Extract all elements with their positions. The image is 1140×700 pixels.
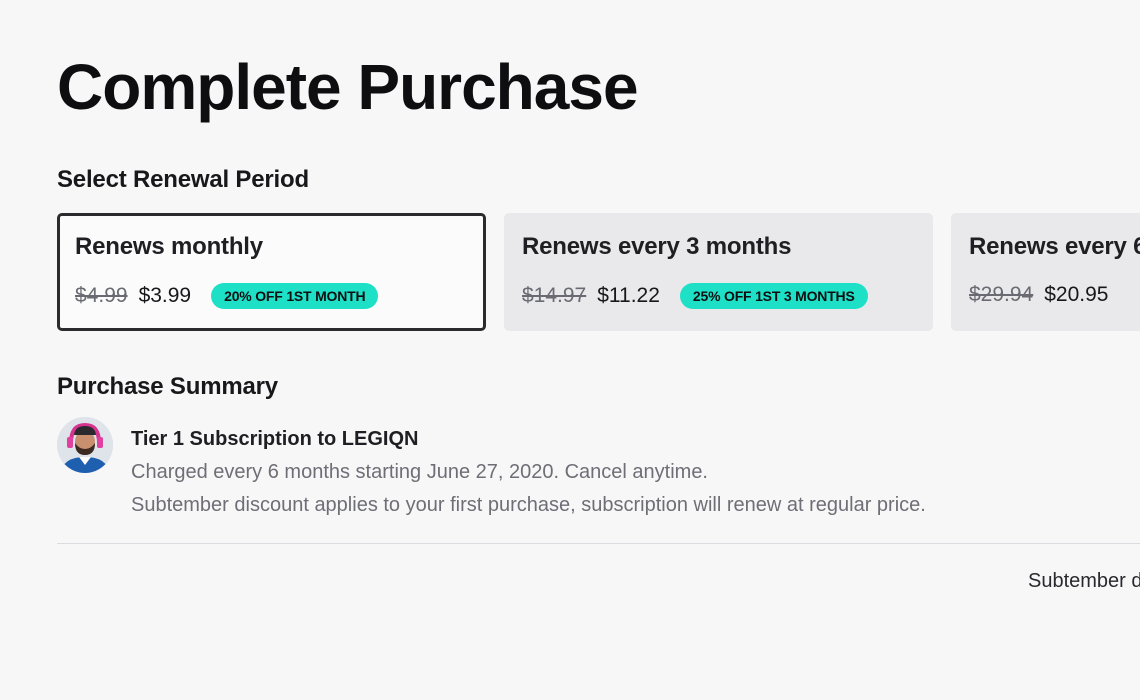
plan-title: Renews every 6 months: [969, 233, 1140, 260]
price-row: $14.97 $11.22 25% OFF 1ST 3 MONTHS: [522, 283, 933, 309]
discount-note: Subtember discount applies to your first…: [131, 494, 926, 516]
summary-heading: Purchase Summary: [57, 373, 278, 400]
original-price: $14.97: [522, 284, 587, 307]
divider: [57, 543, 1140, 544]
page-title: Complete Purchase: [57, 51, 639, 123]
discounted-price: $20.95: [1044, 283, 1109, 306]
subtember-discount-label: Subtember discount: [1028, 570, 1140, 592]
plan-monthly[interactable]: Renews monthly $4.99 $3.99 20% OFF 1ST M…: [57, 213, 486, 331]
plan-title: Renews monthly: [75, 233, 263, 260]
renewal-options: Renews monthly $4.99 $3.99 20% OFF 1ST M…: [57, 213, 1140, 331]
purchase-page: Complete Purchase Select Renewal Period …: [0, 0, 1140, 700]
price-row: $4.99 $3.99 20% OFF 1ST MONTH: [75, 283, 483, 309]
price-row: $29.94 $20.95: [969, 283, 1140, 307]
discounted-price: $11.22: [597, 284, 660, 307]
avatar-image: [57, 417, 113, 473]
billing-info: Charged every 6 months starting June 27,…: [131, 461, 708, 483]
plan-6-months[interactable]: Renews every 6 months $29.94 $20.95: [951, 213, 1140, 331]
discount-badge: 20% OFF 1ST MONTH: [211, 283, 379, 309]
plan-3-months[interactable]: Renews every 3 months $14.97 $11.22 25% …: [504, 213, 933, 331]
subscription-title: Tier 1 Subscription to LEGIQN: [131, 428, 419, 450]
streamer-avatar-icon: [57, 417, 113, 473]
discounted-price: $3.99: [138, 284, 192, 307]
original-price: $4.99: [75, 284, 128, 307]
renewal-heading: Select Renewal Period: [57, 166, 309, 193]
original-price: $29.94: [969, 283, 1034, 306]
plan-title: Renews every 3 months: [522, 233, 792, 260]
discount-badge: 25% OFF 1ST 3 MONTHS: [679, 283, 868, 309]
